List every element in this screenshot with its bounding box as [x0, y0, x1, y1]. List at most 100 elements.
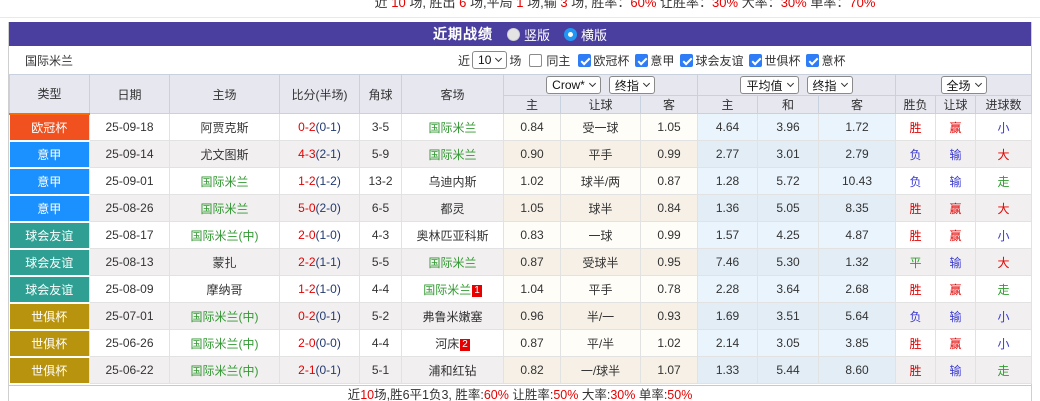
subcol-europe-draw: 和 — [758, 96, 819, 114]
asian-away-odds-cell: 0.87 — [641, 168, 698, 195]
europe-draw-odds-cell: 5.30 — [758, 249, 819, 276]
footer-stats-summary: 近10场,胜6平1负3, 胜率:60% 让胜率:50% 大率:30% 单率:50… — [9, 385, 1031, 401]
radio-unselected-icon[interactable] — [507, 28, 520, 41]
home-team-cell: 摩纳哥 — [170, 276, 280, 303]
scope-select[interactable]: 全场 — [941, 76, 987, 94]
league-filter-label[interactable]: 世俱杯 — [764, 52, 800, 69]
same-home-label[interactable]: 同主 — [546, 52, 570, 69]
europe-home-odds-cell: 7.46 — [698, 249, 758, 276]
result-winloss-cell: 胜 — [896, 222, 936, 249]
subcol-asian-away: 客 — [641, 96, 698, 114]
chevron-down-icon — [495, 55, 502, 62]
league-filter-checkbox[interactable] — [749, 54, 762, 67]
result-handicap-cell: 输 — [936, 357, 976, 384]
filters-group: 近 10 场 同主 欧冠杯意甲球会友谊世俱杯意杯 — [456, 51, 845, 69]
away-team-cell: 弗鲁米嫩塞 — [402, 303, 504, 330]
match-row: 球会友谊25-08-09摩纳哥1-2(1-0)4-4国际米兰11.04平手0.7… — [10, 276, 1032, 303]
home-team-cell: 国际米兰 — [170, 168, 280, 195]
corner-cell: 5-2 — [360, 303, 402, 330]
league-filter-checkbox[interactable] — [806, 54, 819, 67]
chevron-down-icon — [840, 80, 847, 87]
radio-selected-icon[interactable] — [564, 28, 577, 41]
odds-stage-select[interactable]: 终指 — [609, 76, 655, 94]
asian-handicap-cell: 平/半 — [561, 330, 641, 357]
asian-home-odds-cell: 0.82 — [504, 357, 561, 384]
col-header-home: 主场 — [170, 75, 280, 114]
match-count-select[interactable]: 10 — [472, 51, 507, 69]
date-cell: 25-09-01 — [90, 168, 170, 195]
subcol-asian-home: 主 — [504, 96, 561, 114]
europe-home-odds-cell: 1.57 — [698, 222, 758, 249]
result-handicap-cell: 赢 — [936, 222, 976, 249]
league-filter-checkbox[interactable] — [578, 54, 591, 67]
corner-cell: 4-4 — [360, 276, 402, 303]
subcol-asian-handicap: 让球 — [561, 96, 641, 114]
section-title: 近期战绩 — [433, 24, 493, 44]
league-filter-label[interactable]: 欧冠杯 — [593, 52, 629, 69]
match-row: 意甲25-09-01国际米兰1-2(1-2)13-2乌迪内斯1.02球半/两0.… — [10, 168, 1032, 195]
league-filter-label[interactable]: 意杯 — [821, 52, 845, 69]
europe-draw-odds-cell: 3.64 — [758, 276, 819, 303]
league-filter-checkbox[interactable] — [680, 54, 693, 67]
asian-handicap-cell: 平手 — [561, 276, 641, 303]
league-badge: 球会友谊 — [10, 222, 90, 249]
asian-home-odds-cell: 1.04 — [504, 276, 561, 303]
result-handicap-cell: 输 — [936, 168, 976, 195]
asian-odds-header: Crow* 终指 — [504, 75, 698, 96]
date-cell: 25-09-18 — [90, 114, 170, 141]
date-cell: 25-08-26 — [90, 195, 170, 222]
result-handicap-cell: 赢 — [936, 330, 976, 357]
europe-draw-odds-cell: 5.72 — [758, 168, 819, 195]
home-team-cell: 国际米兰(中) — [170, 330, 280, 357]
europe-stage-select[interactable]: 终指 — [807, 76, 853, 94]
result-winloss-cell: 胜 — [896, 114, 936, 141]
result-winloss-cell: 负 — [896, 141, 936, 168]
radio-vertical-label[interactable]: 竖版 — [524, 25, 550, 44]
league-filter-checkbox[interactable] — [635, 54, 648, 67]
radio-horizontal-layout[interactable]: 横版 — [564, 25, 607, 44]
asian-away-odds-cell: 1.02 — [641, 330, 698, 357]
corner-cell: 5-9 — [360, 141, 402, 168]
radio-horizontal-label[interactable]: 横版 — [581, 25, 607, 44]
result-goals-cell: 小 — [976, 114, 1032, 141]
card-count-badge: 2 — [460, 339, 470, 351]
date-cell: 25-06-22 — [90, 357, 170, 384]
col-header-type[interactable]: 类型 — [10, 75, 90, 114]
radio-vertical-layout[interactable]: 竖版 — [507, 25, 550, 44]
match-row: 球会友谊25-08-13蒙扎2-2(1-1)5-5国际米兰0.87受球半0.95… — [10, 249, 1032, 276]
league-badge: 世俱杯 — [10, 330, 90, 357]
europe-away-odds-cell: 1.32 — [819, 249, 896, 276]
score-cell: 2-0(1-0) — [280, 222, 360, 249]
home-team-cell: 阿贾克斯 — [170, 114, 280, 141]
league-badge: 世俱杯 — [10, 357, 90, 384]
europe-draw-odds-cell: 3.01 — [758, 141, 819, 168]
result-handicap-cell: 输 — [936, 249, 976, 276]
europe-away-odds-cell: 4.87 — [819, 222, 896, 249]
league-filter-label[interactable]: 意甲 — [650, 52, 674, 69]
europe-home-odds-cell: 2.28 — [698, 276, 758, 303]
section-title-bar: 近期战绩 竖版 横版 — [9, 22, 1031, 46]
same-home-checkbox[interactable] — [529, 54, 542, 67]
europe-home-odds-cell: 1.28 — [698, 168, 758, 195]
league-badge: 意甲 — [10, 195, 90, 222]
date-cell: 25-08-13 — [90, 249, 170, 276]
near-label: 近 — [458, 52, 470, 69]
asian-home-odds-cell: 1.02 — [504, 168, 561, 195]
league-filter-label[interactable]: 球会友谊 — [695, 52, 743, 69]
europe-away-odds-cell: 8.60 — [819, 357, 896, 384]
asian-home-odds-cell: 0.90 — [504, 141, 561, 168]
away-team-cell: 国际米兰1 — [402, 276, 504, 303]
match-row: 意甲25-09-14尤文图斯4-3(2-1)5-9国际米兰0.90平手0.992… — [10, 141, 1032, 168]
score-cell: 0-2(0-1) — [280, 114, 360, 141]
odds-company-select[interactable]: Crow* — [546, 76, 601, 94]
asian-home-odds-cell: 1.05 — [504, 195, 561, 222]
date-cell: 25-09-14 — [90, 141, 170, 168]
europe-avg-select[interactable]: 平均值 — [740, 76, 798, 94]
europe-home-odds-cell: 2.77 — [698, 141, 758, 168]
asian-handicap-cell: 半/一 — [561, 303, 641, 330]
corner-cell: 3-5 — [360, 114, 402, 141]
layout-radio-group: 竖版 横版 — [507, 25, 607, 44]
corner-cell: 6-5 — [360, 195, 402, 222]
match-row: 球会友谊25-08-17国际米兰(中)2-0(1-0)4-3奥林匹亚科斯0.83… — [10, 222, 1032, 249]
league-badge: 球会友谊 — [10, 249, 90, 276]
